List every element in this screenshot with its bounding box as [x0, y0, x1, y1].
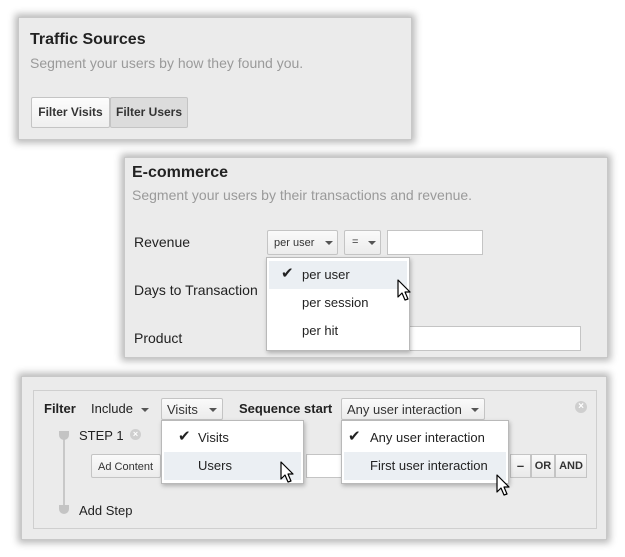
revenue-operator-value: = — [352, 236, 359, 248]
sequence-start-menu: ✔ Any user interaction First user intera… — [341, 420, 509, 484]
add-step-link[interactable]: Add Step — [79, 503, 133, 518]
step-value-input[interactable] — [306, 454, 342, 478]
product-label: Product — [134, 330, 183, 346]
include-dropdown[interactable]: Include — [89, 398, 155, 420]
ecommerce-subtitle: Segment your users by their transactions… — [132, 187, 473, 203]
revenue-operator-dropdown[interactable]: = — [344, 230, 381, 255]
revenue-scope-dropdown[interactable]: per user — [267, 230, 338, 255]
timeline-end-marker — [59, 505, 69, 514]
menu-item-per-user[interactable]: ✔ per user — [269, 261, 407, 289]
traffic-sources-panel: Traffic Sources Segment your users by ho… — [18, 17, 412, 140]
chevron-down-icon — [209, 408, 217, 412]
revenue-scope-menu: ✔ per user per session per hit — [266, 257, 410, 351]
menu-item-visits[interactable]: ✔ Visits — [164, 424, 301, 452]
and-button[interactable]: AND — [555, 454, 587, 478]
chevron-down-icon — [141, 408, 149, 412]
menu-item-any-user-interaction[interactable]: ✔ Any user interaction — [344, 424, 506, 452]
or-button[interactable]: OR — [531, 454, 555, 478]
step-1-label: STEP 1 — [79, 428, 124, 443]
menu-item-per-session[interactable]: per session — [269, 289, 407, 317]
step-timeline-line — [63, 439, 65, 509]
sequence-start-label: Sequence start — [239, 401, 333, 416]
days-to-transaction-label: Days to Transaction — [134, 282, 258, 298]
filter-label: Filter — [44, 401, 76, 416]
sequence-start-dropdown[interactable]: Any user interaction — [341, 398, 485, 420]
filter-users-button[interactable]: Filter Users — [110, 97, 188, 128]
chevron-down-icon — [325, 241, 333, 245]
checkmark-icon: ✔ — [281, 265, 294, 282]
ecommerce-title: E-commerce — [132, 164, 229, 181]
traffic-sources-title: Traffic Sources — [30, 31, 146, 48]
remove-filter-icon[interactable]: × — [575, 401, 587, 413]
remove-condition-button[interactable]: – — [510, 454, 531, 478]
checkmark-icon: ✔ — [348, 428, 361, 445]
chevron-down-icon — [368, 241, 376, 245]
checkmark-icon: ✔ — [178, 428, 191, 445]
filter-visits-button[interactable]: Filter Visits — [31, 97, 110, 128]
mouse-pointer-icon — [397, 279, 411, 301]
filter-box: Filter Include Visits Sequence start Any… — [33, 390, 597, 529]
revenue-value-input[interactable] — [387, 230, 483, 255]
revenue-label: Revenue — [134, 234, 191, 250]
menu-item-per-hit[interactable]: per hit — [269, 317, 407, 345]
sequence-filter-panel: Filter Include Visits Sequence start Any… — [21, 376, 607, 540]
remove-step-icon[interactable]: × — [130, 429, 141, 440]
mouse-pointer-icon — [496, 474, 510, 496]
timeline-start-marker — [59, 431, 69, 440]
ecommerce-panel: E-commerce Segment your users by their t… — [124, 157, 608, 358]
menu-item-first-user-interaction[interactable]: First user interaction — [344, 452, 506, 480]
ad-content-dimension-dropdown[interactable]: Ad Content — [91, 454, 161, 478]
visits-users-dropdown[interactable]: Visits — [161, 398, 223, 420]
mouse-pointer-icon — [280, 461, 294, 483]
traffic-sources-subtitle: Segment your users by how they found you… — [30, 55, 304, 71]
chevron-down-icon — [471, 408, 479, 412]
revenue-scope-value: per user — [274, 237, 315, 249]
